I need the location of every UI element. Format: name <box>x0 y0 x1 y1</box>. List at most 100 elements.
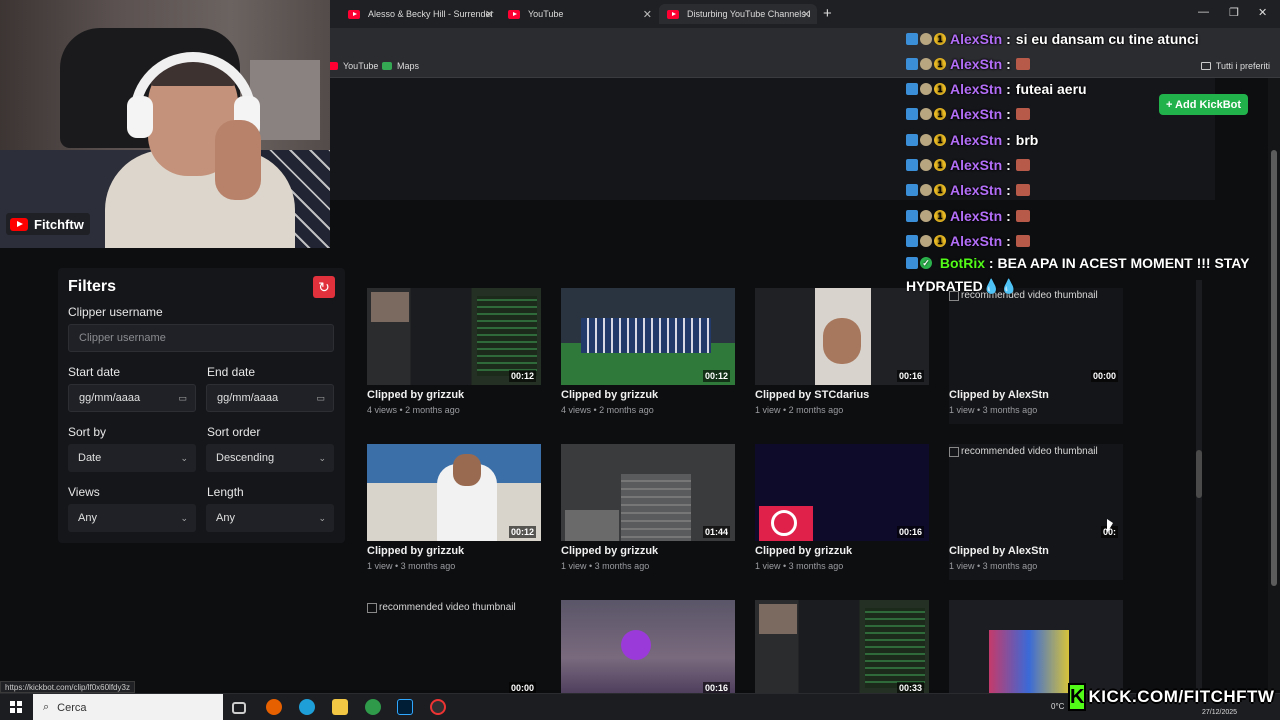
sort-by-select[interactable]: Date ⌄ <box>68 444 196 472</box>
new-tab-icon[interactable]: + <box>823 5 832 22</box>
clip-clipper[interactable]: Clipped by grizzuk <box>755 545 852 557</box>
verified-badge-icon <box>906 234 918 247</box>
clip-clipper[interactable]: Clipped by grizzuk <box>561 389 658 401</box>
clip-clipper[interactable]: Clipped by grizzuk <box>367 389 464 401</box>
sort-order-select[interactable]: Descending ⌄ <box>206 444 334 472</box>
clip-thumbnail[interactable]: 00:12 <box>367 444 541 541</box>
subscriber-badge-icon: 1 <box>934 83 946 96</box>
windows-start-icon[interactable] <box>10 701 22 713</box>
chat-emote-icon <box>1015 209 1030 222</box>
chat-username[interactable]: AlexStn <box>950 56 1002 72</box>
photoshop-icon[interactable] <box>397 699 413 715</box>
bookmark-youtube[interactable]: YouTube <box>328 61 378 71</box>
kick-logo-icon: K <box>1068 683 1087 711</box>
clip-thumbnail[interactable]: recommended video thumbnail 00:00 <box>367 600 541 697</box>
chrome-icon[interactable] <box>365 699 381 715</box>
calendar-icon[interactable]: ▭ <box>316 393 325 404</box>
chat-emote-icon <box>1015 108 1030 121</box>
restore-icon[interactable]: ❐ <box>1229 6 1239 19</box>
webcam-overlay: Fitchftw <box>0 0 330 248</box>
clip-thumbnail[interactable]: 00:16 <box>755 444 929 541</box>
file-explorer-icon[interactable] <box>332 699 348 715</box>
chat-username[interactable]: AlexStn <box>950 182 1002 198</box>
temperature: 0°C <box>1051 702 1065 711</box>
chat-username[interactable]: AlexStn <box>950 233 1002 249</box>
chat-badges: 1 <box>906 108 946 121</box>
close-tab-icon[interactable]: ✕ <box>643 8 652 21</box>
clip-duration: 00:16 <box>896 370 924 382</box>
clip-clipper[interactable]: Clipped by grizzuk <box>367 545 464 557</box>
clip-clipper[interactable]: Clipped by AlexStn <box>949 545 1049 557</box>
firefox-icon[interactable] <box>266 699 282 715</box>
tab-youtube[interactable]: YouTube ✕ <box>500 4 658 24</box>
reset-filters-button[interactable]: ↻ <box>313 276 335 298</box>
clipper-username-input[interactable]: Clipper username <box>68 324 334 352</box>
clip-thumbnail[interactable]: 00:12 <box>561 288 735 385</box>
clip-card[interactable]: 01:44 Clipped by grizzuk 1 view • 3 months… <box>561 444 735 580</box>
clips-scrollbar-thumb[interactable] <box>1196 450 1202 498</box>
chat-username[interactable]: AlexStn <box>950 132 1002 148</box>
task-view-icon[interactable] <box>232 702 246 714</box>
page-scrollbar-thumb[interactable] <box>1271 150 1277 586</box>
chat-username[interactable]: AlexStn <box>950 31 1002 47</box>
clip-thumbnail[interactable]: recommended video thumbnail 00:00 <box>949 288 1123 385</box>
length-value: Any <box>216 512 235 524</box>
clip-meta: 4 views • 2 months ago <box>367 405 460 415</box>
chat-username[interactable]: AlexStn <box>950 157 1002 173</box>
clip-card[interactable]: recommended video thumbnail 00: Clipped by… <box>949 444 1123 580</box>
chat-separator: : <box>985 255 998 271</box>
obs-icon[interactable] <box>430 699 446 715</box>
clip-card[interactable]: 00:12 Clipped by grizzuk 4 views • 2 month… <box>561 288 735 424</box>
clip-thumbnail[interactable]: 00:33 <box>755 600 929 697</box>
chat-username[interactable]: BotRix <box>940 255 985 271</box>
minimize-icon[interactable]: — <box>1198 6 1209 18</box>
chat-separator: : <box>1006 182 1011 199</box>
close-window-icon[interactable]: ✕ <box>1258 6 1267 19</box>
chat-username[interactable]: AlexStn <box>950 208 1002 224</box>
sort-by-label: Sort by <box>68 425 107 439</box>
thumb-art <box>371 292 409 322</box>
chat-username[interactable]: AlexStn <box>950 106 1002 122</box>
channel-name: Fitchftw <box>34 216 84 232</box>
clip-card[interactable]: 00:16 Clipped by STCdarius 1 view • 2 mont… <box>755 288 929 424</box>
close-tab-icon[interactable]: ✕ <box>485 8 494 21</box>
chat-username[interactable]: AlexStn <box>950 81 1002 97</box>
chat-separator: : <box>1006 30 1011 47</box>
clip-card[interactable]: recommended video thumbnail 00:00 Clipped … <box>949 288 1123 424</box>
chat-emote-icon <box>1015 184 1030 197</box>
length-select[interactable]: Any ⌄ <box>206 504 334 532</box>
edge-icon[interactable] <box>299 699 315 715</box>
refresh-icon: ↻ <box>318 278 330 295</box>
clip-thumbnail[interactable]: 00:12 <box>367 288 541 385</box>
clip-thumbnail[interactable]: 00:16 <box>755 288 929 385</box>
taskbar-search[interactable]: ⌕ Cerca <box>33 694 223 720</box>
close-tab-icon[interactable]: ✕ <box>802 8 811 21</box>
clip-thumbnail[interactable]: 01:44 <box>561 444 735 541</box>
tab-disturbing[interactable]: Disturbing YouTube Channels I ✕ <box>659 4 817 24</box>
sort-by-value: Date <box>78 452 102 464</box>
bookmark-maps[interactable]: Maps <box>382 61 419 71</box>
subscriber-badge-icon: 1 <box>934 159 946 171</box>
clip-thumbnail[interactable]: recommended video thumbnail 00: <box>949 444 1123 541</box>
chat-message: 1 AlexStn: brb <box>906 127 1266 152</box>
clip-clipper[interactable]: Clipped by grizzuk <box>561 545 658 557</box>
start-date-input[interactable]: gg/mm/aaaa ▭ <box>68 384 196 412</box>
length-label: Length <box>207 485 244 499</box>
clip-thumbnail[interactable]: 00:16 <box>561 600 735 697</box>
clip-card[interactable]: 00:12 Clipped by grizzuk 1 view • 3 months… <box>367 444 541 580</box>
webcam-shelf <box>250 60 320 140</box>
clip-clipper[interactable]: Clipped by AlexStn <box>949 389 1049 401</box>
end-date-input[interactable]: gg/mm/aaaa ▭ <box>206 384 334 412</box>
filters-title: Filters <box>68 278 117 295</box>
subscriber-badge-icon: 1 <box>934 57 946 70</box>
og-badge-icon <box>920 209 932 222</box>
chat-emote-icon <box>1015 159 1030 171</box>
clip-card[interactable]: 00:16 Clipped by grizzuk 1 view • 3 months… <box>755 444 929 580</box>
chat-badges: 1 <box>906 209 946 222</box>
views-select[interactable]: Any ⌄ <box>68 504 196 532</box>
clip-card[interactable]: 00:12 Clipped by grizzuk 4 views • 2 month… <box>367 288 541 424</box>
chat-badges: 1 <box>906 234 946 247</box>
clip-clipper[interactable]: Clipped by STCdarius <box>755 389 869 401</box>
tab-alesso[interactable]: Alesso & Becky Hill - Surrender ✕ <box>340 4 500 24</box>
calendar-icon[interactable]: ▭ <box>178 393 187 404</box>
